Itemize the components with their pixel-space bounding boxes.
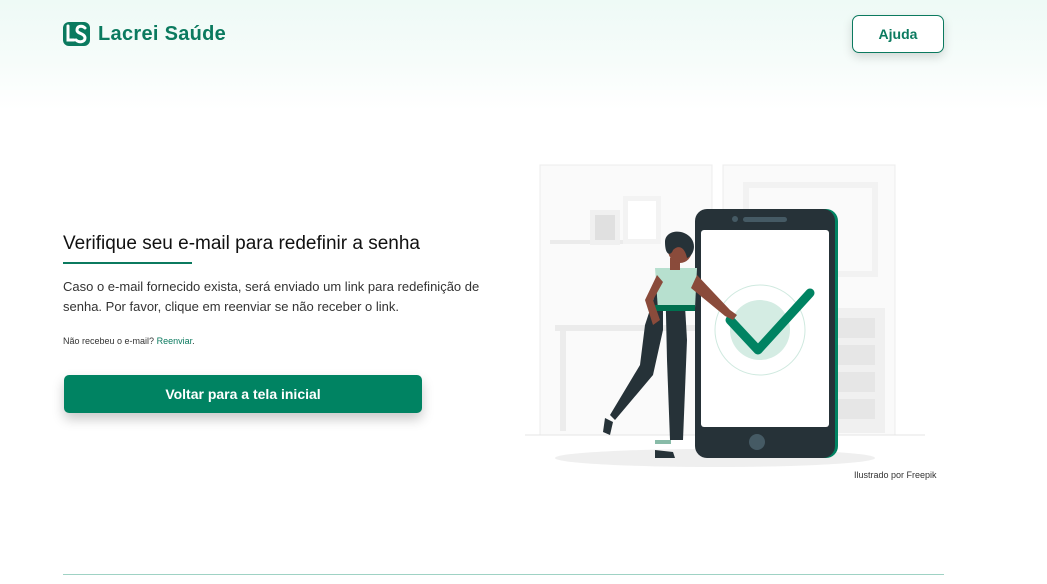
footer-divider (63, 574, 944, 575)
brand-name: Lacrei Saúde (98, 22, 227, 45)
logo-icon (63, 22, 90, 46)
brand-logo[interactable]: Lacrei Saúde (63, 22, 226, 46)
illustration-credit: Ilustrado por Freepik (854, 470, 937, 480)
resend-suffix: . (192, 336, 195, 346)
title-underline (63, 262, 192, 264)
page-title: Verifique seu e-mail para redefinir a se… (63, 233, 420, 254)
resend-prompt: Não recebeu o e-mail? (63, 336, 155, 346)
phone-checkmark-illustration (525, 164, 925, 467)
resend-link[interactable]: Reenviar (157, 336, 193, 346)
back-to-home-button[interactable]: Voltar para a tela inicial (64, 375, 422, 413)
resend-row: Não recebeu o e-mail? Reenviar. (63, 336, 195, 346)
description-text: Caso o e-mail fornecido exista, será env… (63, 279, 480, 314)
help-button[interactable]: Ajuda (852, 15, 944, 53)
